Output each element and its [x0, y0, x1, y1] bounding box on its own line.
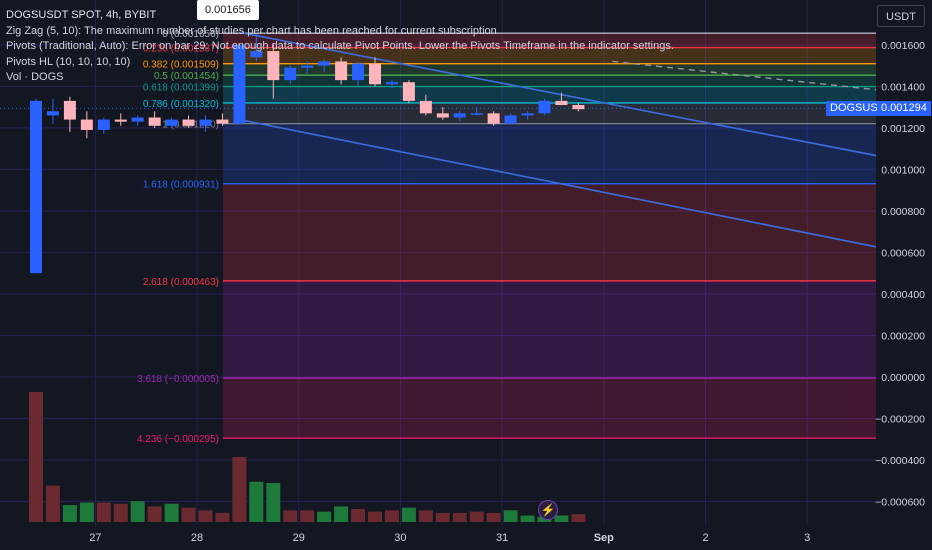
candle-body [538, 100, 551, 114]
candle-body [521, 113, 534, 116]
fib-level-label: 3.618 (−0.000005) [137, 374, 219, 385]
fib-level-label: 2.618 (0.000463) [143, 277, 219, 288]
fib-level-label: 4.236 (−0.000295) [137, 434, 219, 445]
candle-body [419, 100, 432, 114]
crosshair-price-label: 0.001656 [197, 0, 259, 20]
volume-bar [215, 512, 230, 522]
volume-bar [130, 501, 145, 522]
zigzag-indicator[interactable]: Zig Zag (5, 10): The maximum number of s… [6, 24, 674, 40]
fib-zone [223, 183, 876, 281]
price-tick-label: 0.000400 [881, 289, 925, 301]
last-price-tag: 0.001294 [877, 101, 931, 116]
price-axis[interactable]: 0.001600 0.001400 0.001200 0.001000 0.000800… [875, 0, 932, 550]
candle-body [97, 119, 110, 130]
time-tick-label: 28 [191, 532, 203, 544]
volume-bar [571, 514, 586, 522]
candle-body [436, 113, 449, 118]
currency-button[interactable]: USDT [877, 5, 925, 27]
price-tick-label: 0.000000 [881, 372, 925, 384]
volume-bar [300, 510, 315, 522]
volume-bar [469, 511, 484, 522]
volume-bar [554, 515, 569, 522]
volume-bar [435, 512, 450, 522]
volume-bar [181, 507, 196, 522]
volume-bar [418, 510, 433, 522]
volume-bar [147, 506, 162, 522]
candle-body [487, 113, 500, 124]
time-tick-label: 29 [293, 532, 305, 544]
time-tick-label: 30 [394, 532, 406, 544]
volume-bar [29, 392, 43, 522]
volume-bar [520, 515, 535, 522]
time-tick-label: Sep [594, 532, 614, 544]
price-tick-label: −0.000400 [875, 455, 925, 467]
candle-body [182, 119, 195, 126]
time-axis-bg [0, 525, 932, 550]
fib-retracement[interactable]: 0 (0.001656)0.236 (0.001587)0.382 (0.001… [137, 29, 876, 445]
fib-zone [223, 280, 876, 379]
volume-bar [351, 509, 366, 522]
candle-body [555, 100, 568, 106]
price-tick-label: 0.001000 [881, 164, 925, 176]
price-tick-label: 0.000800 [881, 206, 925, 218]
candle-body [453, 113, 466, 118]
volume-bar [283, 510, 298, 522]
candle-body [216, 119, 229, 124]
fib-level-label: 1.618 (0.000931) [143, 180, 219, 191]
pivots-indicator[interactable]: Pivots (Traditional, Auto): Error on bar… [6, 39, 674, 55]
price-tick-label: 0.000600 [881, 247, 925, 259]
candle-body [30, 100, 42, 274]
time-tick-label: 27 [89, 532, 101, 544]
volume-bar [232, 457, 247, 522]
candle-body [80, 119, 93, 130]
volume-bar [368, 511, 382, 522]
volume-bar [266, 483, 281, 522]
candle-body [63, 100, 76, 120]
candle-body [46, 111, 59, 116]
volume-bar [452, 512, 467, 522]
candle-body [114, 119, 127, 122]
price-tick-label: 0.000200 [881, 330, 925, 342]
volume-bar [45, 485, 60, 522]
flash-icon[interactable]: ⚡ [538, 500, 558, 520]
volume-bar [198, 510, 213, 522]
time-tick-label: 3 [804, 532, 810, 544]
volume-bar [384, 510, 399, 522]
fib-zone [223, 86, 876, 103]
fib-zone [223, 378, 876, 439]
symbol-title[interactable]: DOGSUSDT SPOT, 4h, BYBIT [6, 8, 674, 24]
price-tick-label: −0.000200 [875, 414, 925, 426]
volume-bar [113, 503, 128, 522]
candle-body [199, 119, 212, 126]
volume-bar [164, 503, 179, 522]
price-tick-label: −0.000600 [875, 497, 925, 509]
time-axis[interactable]: 27 28 29 30 31 Sep 2 3 [0, 525, 932, 550]
volume-bar [249, 481, 264, 522]
price-tick-label: 0.001600 [881, 40, 925, 52]
candle-body [165, 119, 178, 126]
volume-bar [334, 506, 349, 522]
price-tick-label: 0.001400 [881, 81, 925, 93]
fib-zone [223, 123, 876, 184]
price-tick-label: 0.001200 [881, 123, 925, 135]
candle-body [504, 115, 517, 124]
candle-body [148, 117, 161, 126]
pivots-hl-indicator[interactable]: Pivots HL (10, 10, 10, 10) [6, 55, 674, 71]
volume-bar [486, 512, 501, 522]
volume-bar [79, 502, 94, 522]
time-tick-label: 2 [702, 532, 708, 544]
volume-bar [503, 510, 518, 522]
volume-bar [62, 505, 77, 522]
volume-bar [96, 502, 111, 522]
volume-bar [401, 507, 416, 522]
volume-indicator[interactable]: Vol · DOGS [6, 70, 674, 86]
volume-bar [317, 511, 332, 522]
candle-body [572, 105, 585, 110]
time-tick-label: 31 [496, 532, 508, 544]
candle-body [470, 113, 483, 115]
indicator-legend: DOGSUSDT SPOT, 4h, BYBIT Zig Zag (5, 10)… [6, 8, 674, 86]
candle-body [131, 117, 144, 122]
